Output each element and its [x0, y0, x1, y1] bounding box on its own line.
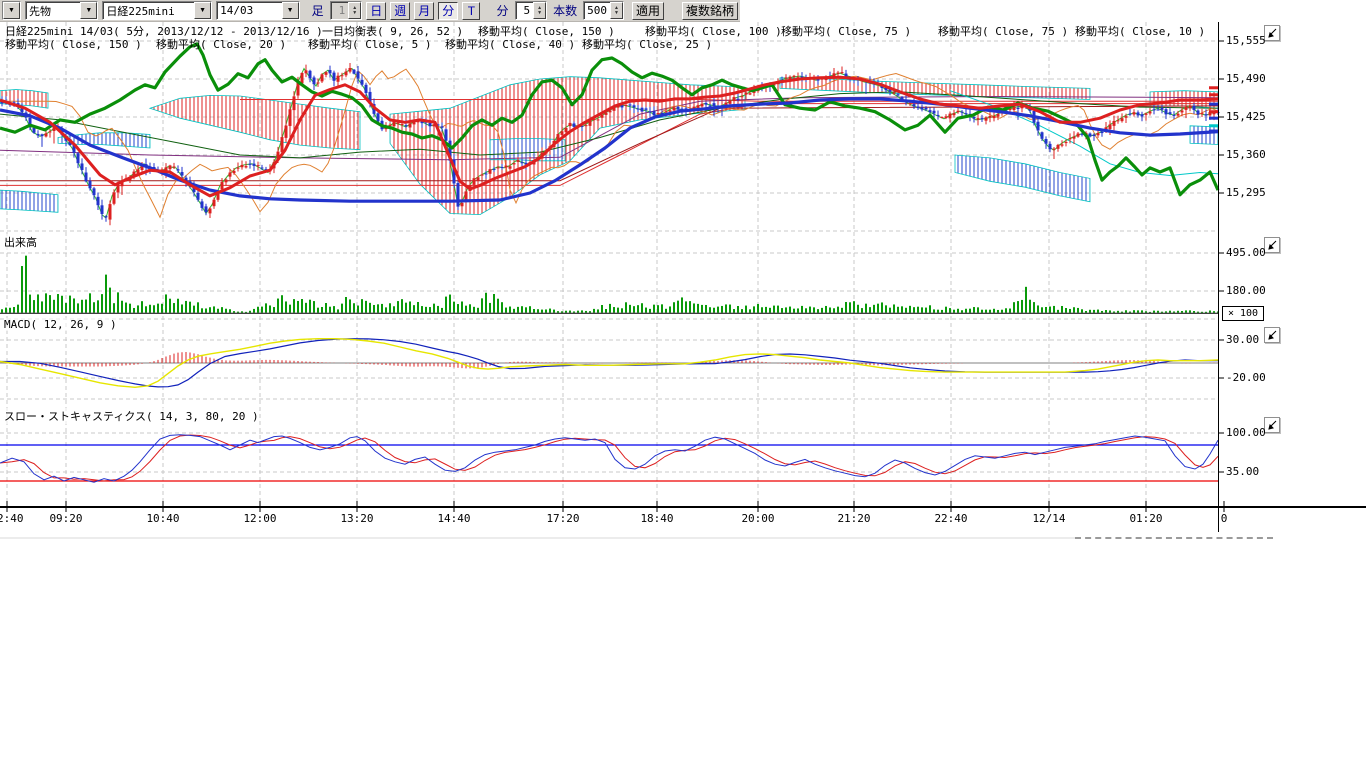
- spinner-arrows-icon[interactable]: ▲▼: [533, 2, 546, 19]
- bottom-edge-dashed[interactable]: [1075, 537, 1273, 542]
- value-tick-label: 100.00: [1226, 426, 1266, 439]
- stoch-d-line: [0, 435, 1218, 481]
- minute-spinner[interactable]: 5 ▲▼: [515, 1, 548, 20]
- period-button-minute[interactable]: 分: [438, 2, 458, 20]
- value-tick-label: 15,360: [1226, 148, 1266, 161]
- volume-multiplier-badge: × 100: [1222, 306, 1264, 321]
- value-tick-label: 30.00: [1226, 333, 1259, 346]
- panel-scale-button-stoch[interactable]: [1264, 417, 1280, 433]
- bar-interval-value: 1: [331, 4, 349, 17]
- legend-item: 移動平均( Close, 150 ): [5, 36, 142, 52]
- contract-select-value: 14/03: [217, 4, 282, 17]
- macd-panel-label: MACD( 12, 26, 9 ): [4, 318, 117, 331]
- period-button-day[interactable]: 日: [366, 2, 386, 20]
- time-tick-label: 09:20: [46, 512, 86, 525]
- legend-item: 移動平均( Close, 5 ): [308, 36, 431, 52]
- stochastics-plot: [0, 435, 1218, 482]
- value-tick-label: 495.00: [1226, 246, 1266, 259]
- toolbar: ▼ 先物 ▼ 日経225mini ▼ 14/03 ▼ 足 1 ▲▼ 日 週 月 …: [0, 0, 740, 22]
- panel-scale-button-price[interactable]: [1264, 25, 1280, 41]
- symbol-select[interactable]: 日経225mini ▼: [102, 1, 212, 20]
- ichimoku-red-left: [0, 90, 48, 109]
- mini-dropdown[interactable]: ▼: [2, 1, 21, 20]
- time-tick-label: 22:40: [931, 512, 971, 525]
- apply-button[interactable]: 適用: [632, 2, 664, 20]
- axis-current-marker: [1209, 93, 1218, 96]
- macd-plot: [0, 339, 1218, 388]
- legend-item: 移動平均( Close, 20 ): [156, 36, 286, 52]
- bar-count-spinner[interactable]: 500 ▲▼: [583, 1, 624, 20]
- axis-current-marker: [1209, 103, 1218, 106]
- ichimoku-blue-4: [955, 155, 1090, 202]
- period-button-month[interactable]: 月: [414, 2, 434, 20]
- time-tick-label: 02:40: [0, 512, 27, 525]
- axis-current-marker: [1209, 117, 1218, 120]
- ichimoku-red-a: [150, 95, 360, 149]
- chart-canvas: [0, 22, 1366, 568]
- spinner-arrows-icon[interactable]: ▲▼: [348, 2, 361, 19]
- time-tick-label: 12/14: [1029, 512, 1069, 525]
- time-tick-label: 01:20: [1126, 512, 1166, 525]
- legend-item: 移動平均( Close, 25 ): [582, 36, 712, 52]
- time-tick-label: 12:00: [240, 512, 280, 525]
- value-tick-label: -20.00: [1226, 371, 1266, 384]
- contract-select[interactable]: 14/03 ▼: [216, 1, 300, 20]
- axis-current-marker: [1209, 130, 1218, 133]
- panel-scale-button-macd[interactable]: [1264, 327, 1280, 343]
- market-select[interactable]: 先物 ▼: [25, 1, 98, 20]
- app-window: { "toolbar": { "combo_arrow": "▼", "mark…: [0, 0, 1366, 768]
- bar-type-label: 足: [312, 2, 324, 19]
- value-tick-label: 180.00: [1226, 284, 1266, 297]
- dropdown-arrow-icon: ▼: [282, 2, 299, 19]
- legend-item: 移動平均( Close, 40 ): [445, 36, 575, 52]
- stoch-panel-label: スロー・ストキャスティクス( 14, 3, 80, 20 ): [4, 408, 259, 424]
- time-tick-label: 20:00: [738, 512, 778, 525]
- diagonal-arrow-icon: [1267, 420, 1277, 430]
- minute-label: 分: [496, 2, 508, 19]
- legend-item: 移動平均( Close, 75 ): [781, 23, 911, 39]
- value-tick-label: 15,555: [1226, 34, 1266, 47]
- multi-symbol-button[interactable]: 複数銘柄: [682, 2, 738, 20]
- axis-current-marker: [1209, 124, 1218, 127]
- chart-area: 出来高 MACD( 12, 26, 9 ) スロー・ストキャスティクス( 14,…: [0, 22, 1366, 568]
- ichimoku-blue-5: [1190, 126, 1218, 145]
- dropdown-arrow-icon: ▼: [80, 2, 97, 19]
- diagonal-arrow-icon: [1267, 240, 1277, 250]
- value-tick-label: 15,295: [1226, 186, 1266, 199]
- diagonal-arrow-icon: [1267, 28, 1277, 38]
- minute-spinner-value: 5: [516, 4, 534, 17]
- time-tick-label: 10:40: [143, 512, 183, 525]
- time-tick-label: 17:20: [543, 512, 583, 525]
- legend-item: 移動平均( Close, 10 ): [1075, 23, 1205, 39]
- time-tick-label: 21:20: [834, 512, 874, 525]
- bottom-edge: [0, 537, 1075, 539]
- spinner-arrows-icon[interactable]: ▲▼: [610, 2, 623, 19]
- legend-item: 移動平均( Close, 75 ): [938, 23, 1068, 39]
- value-tick-label: 15,490: [1226, 72, 1266, 85]
- bar-count-label: 本数: [553, 2, 577, 19]
- dropdown-arrow-icon: ▼: [3, 2, 20, 19]
- dropdown-arrow-icon: ▼: [194, 2, 211, 19]
- symbol-select-value: 日経225mini: [103, 3, 194, 19]
- period-button-week[interactable]: 週: [390, 2, 410, 20]
- bar-interval-spinner[interactable]: 1 ▲▼: [330, 1, 363, 20]
- value-tick-label: 35.00: [1226, 465, 1259, 478]
- period-button-tick[interactable]: T: [462, 2, 480, 20]
- time-tick-label: 14:40: [434, 512, 474, 525]
- panel-scale-button-volume[interactable]: [1264, 237, 1280, 253]
- axis-current-marker: [1209, 86, 1218, 89]
- diagonal-arrow-icon: [1267, 330, 1277, 340]
- time-tick-label: 0: [1204, 512, 1244, 525]
- axis-current-marker: [1209, 110, 1218, 113]
- time-tick-label: 18:40: [637, 512, 677, 525]
- bar-count-value: 500: [584, 4, 610, 17]
- volume-bars: [0, 256, 1219, 314]
- market-select-value: 先物: [26, 3, 80, 19]
- time-tick-label: 13:20: [337, 512, 377, 525]
- value-tick-label: 15,425: [1226, 110, 1266, 123]
- volume-panel-label: 出来高: [4, 234, 37, 250]
